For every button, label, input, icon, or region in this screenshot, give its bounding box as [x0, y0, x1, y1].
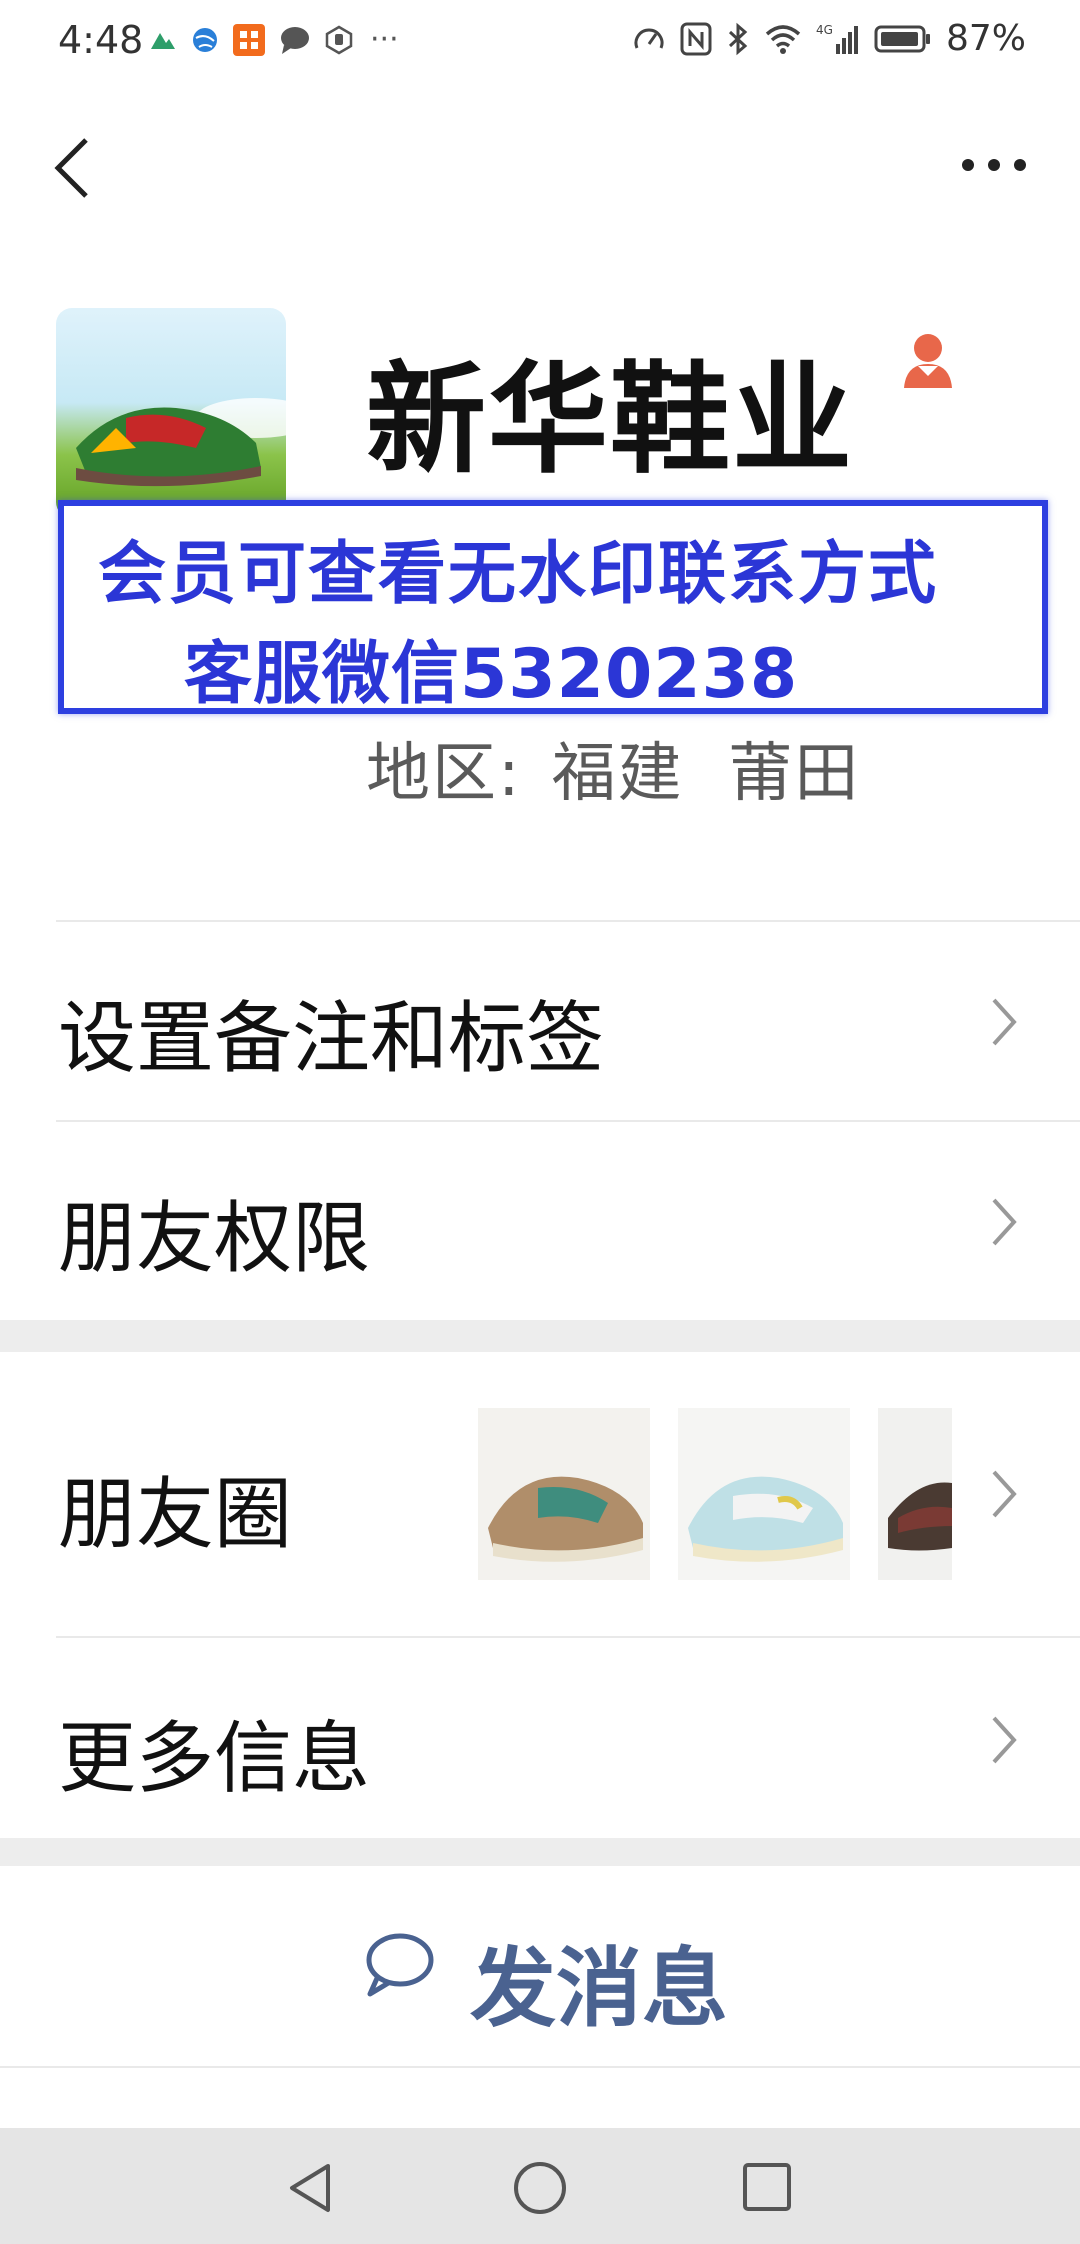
status-icons-right: 4G 87%: [632, 18, 1026, 59]
nav-home-icon[interactable]: [510, 2158, 570, 2218]
moments-label: 朋友圈: [58, 1470, 293, 1560]
nfc-icon: [680, 22, 712, 55]
globe-icon: [193, 27, 217, 52]
avatar[interactable]: [56, 308, 286, 518]
wifi-icon: [765, 24, 801, 54]
chevron-right-icon: [992, 1716, 1017, 1764]
moments-thumbnail: [478, 1408, 650, 1580]
bluetooth-icon: [728, 22, 748, 55]
region-label: 地区:: [366, 737, 522, 811]
status-icons-left: ···: [148, 22, 399, 57]
region-value: 福建 莆田: [551, 737, 861, 811]
more-dots-icon: ···: [370, 22, 399, 57]
app-icon: [233, 23, 265, 56]
section-gap: [0, 1320, 1080, 1352]
mountain-icon: [151, 32, 175, 49]
watermark-line1: 会员可查看无水印联系方式: [98, 535, 939, 614]
shoe-avatar-image: [76, 398, 286, 487]
speed-icon: [634, 28, 664, 49]
status-time: 4:48: [58, 18, 144, 62]
contact-name: 新华鞋业: [366, 351, 854, 490]
status-bar: 4:48 ··· 4G 87%: [0, 0, 1080, 84]
back-icon[interactable]: [42, 128, 102, 208]
section-gap: [0, 1838, 1080, 1866]
more-icon[interactable]: [952, 140, 1036, 190]
remarks-tags-label: 设置备注和标签: [58, 994, 605, 1084]
friend-permissions-label: 朋友权限: [58, 1194, 371, 1284]
chevron-right-icon: [992, 998, 1017, 1046]
battery-percent: 87%: [945, 18, 1026, 59]
navigation-bar: [0, 2128, 1080, 2244]
chevron-right-icon: [992, 1470, 1017, 1518]
nav-recents-icon[interactable]: [740, 2160, 794, 2214]
send-message-label: 发消息: [470, 1939, 728, 2039]
battery-icon: [874, 25, 930, 52]
nav-back-icon[interactable]: [282, 2160, 338, 2216]
moments-thumbnail: [678, 1408, 850, 1580]
moments-thumbnail: [878, 1408, 952, 1580]
chevron-right-icon: [992, 1198, 1017, 1246]
more-info-label: 更多信息: [58, 1714, 371, 1804]
female-icon: [904, 334, 952, 388]
signal-4g-icon: 4G: [816, 23, 858, 54]
network-type: 4G: [816, 23, 833, 37]
region: 地区: 福建 莆田: [366, 722, 860, 814]
watermark-line2: 客服微信5320238: [184, 635, 799, 714]
chat-bubble-icon: [366, 1933, 434, 1997]
hand-icon: [325, 25, 353, 54]
divider: [0, 2066, 1080, 2068]
chat-bubble-icon: [281, 26, 309, 54]
